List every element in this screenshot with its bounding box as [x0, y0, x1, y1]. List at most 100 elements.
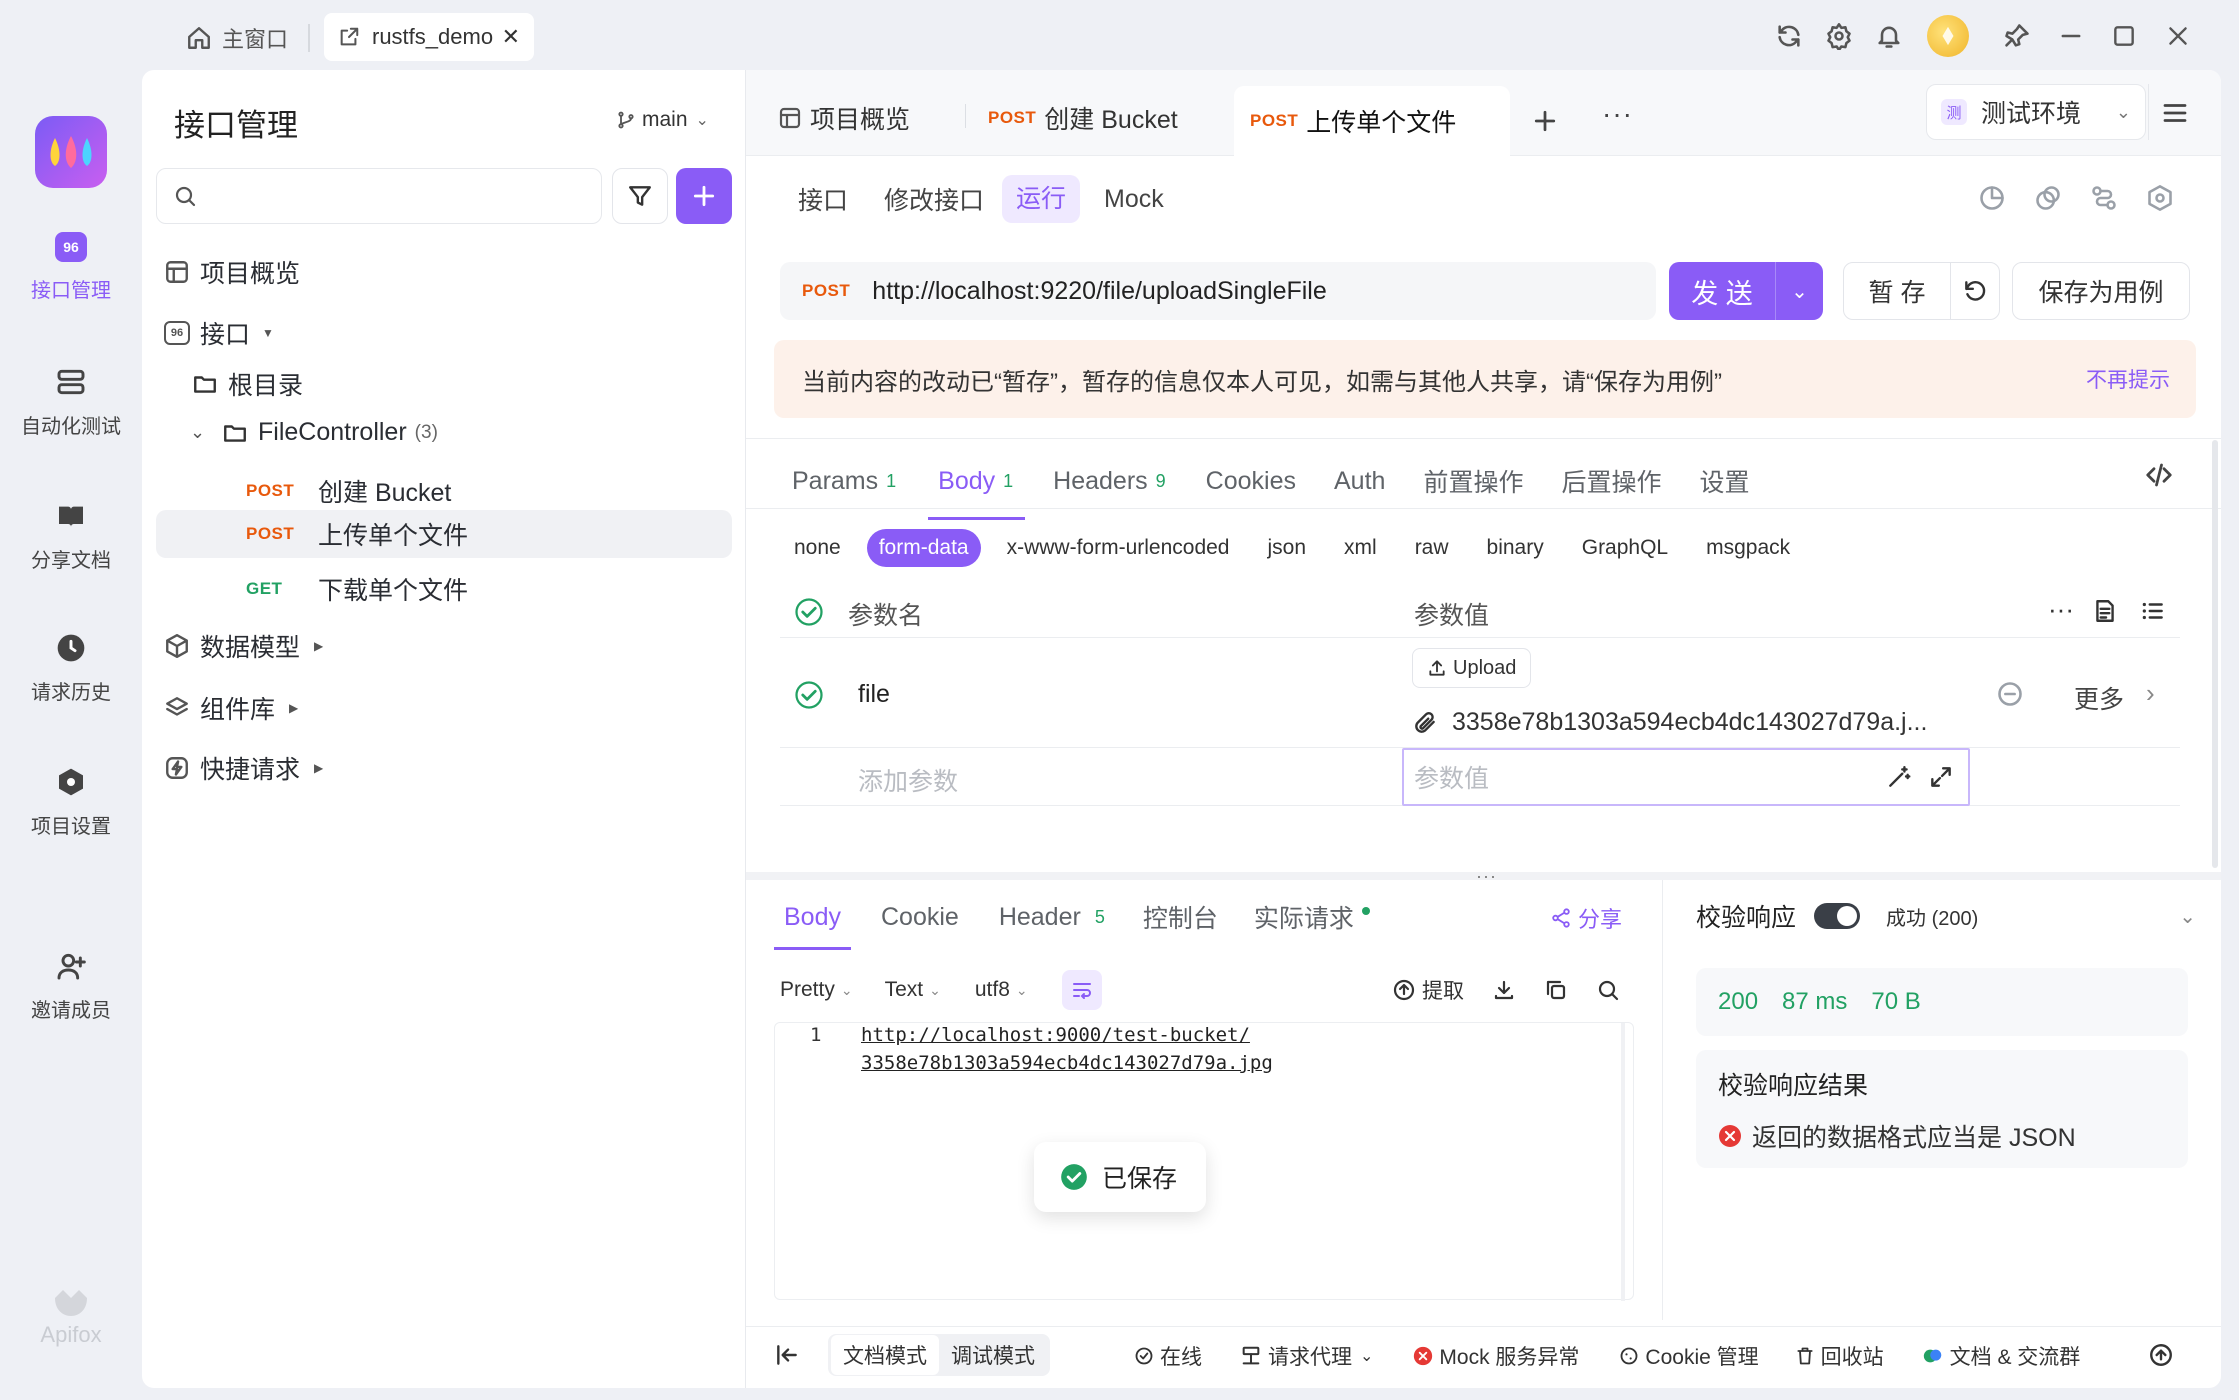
extract-button[interactable]: 提取	[1392, 975, 1464, 1005]
menu-icon[interactable]	[2160, 98, 2190, 128]
chevron-down-icon[interactable]: ⌄	[2179, 904, 2196, 929]
encoding-select[interactable]: utf8 ⌄	[975, 978, 1028, 1002]
response-url-line2[interactable]: 3358e78b1303a594ecb4dc143027d79a.jpg	[861, 1052, 1273, 1074]
sidebar-item-autotest[interactable]: 自动化测试	[0, 366, 142, 439]
magic-wand-icon[interactable]	[1886, 764, 1912, 790]
scrollbar[interactable]	[2212, 440, 2218, 868]
resp-tab-body[interactable]: Body	[774, 892, 851, 950]
req-tab-params[interactable]: Params 1	[792, 467, 896, 496]
add-param-input[interactable]: 添加参数	[858, 762, 958, 798]
req-tab-settings[interactable]: 设置	[1699, 463, 1749, 499]
gear-outline-icon[interactable]	[2146, 184, 2174, 212]
copy-bubble-icon[interactable]	[2034, 184, 2062, 212]
chevron-down-icon[interactable]: ⌄	[190, 422, 210, 443]
home-tab[interactable]: 主窗口	[186, 18, 288, 58]
refresh-icon[interactable]	[1775, 22, 1803, 50]
more-options-icon[interactable]: ···	[2048, 594, 2074, 625]
more-tabs-icon[interactable]: ···	[1602, 98, 1633, 130]
bulk-edit-icon[interactable]	[2092, 598, 2118, 624]
req-tab-post[interactable]: 后置操作	[1561, 463, 1661, 499]
expand-icon[interactable]	[1928, 764, 1954, 790]
subtab-mock[interactable]: Mock	[1080, 185, 1188, 214]
resp-tab-console[interactable]: 控制台	[1143, 899, 1218, 935]
format-select[interactable]: Pretty ⌄	[780, 978, 853, 1002]
resp-tab-cookie[interactable]: Cookie	[881, 903, 959, 932]
tree-item-quick[interactable]: 快捷请求 ▶	[164, 750, 323, 786]
resp-tab-header[interactable]: Header 5	[999, 903, 1105, 932]
add-button[interactable]	[676, 168, 732, 224]
tree-item-components[interactable]: 组件库 ▶	[164, 690, 298, 726]
validate-toggle[interactable]	[1814, 903, 1861, 929]
body-type-json[interactable]: json	[1267, 536, 1306, 560]
subtab-run[interactable]: 运行	[1002, 175, 1081, 223]
doc-tab-upload[interactable]: POST 上传单个文件	[1234, 86, 1510, 156]
copy-icon[interactable]	[1544, 978, 1568, 1002]
body-type-form-data[interactable]: form-data	[866, 529, 981, 567]
body-type-urlencoded[interactable]: x-www-form-urlencoded	[1007, 536, 1230, 560]
bell-icon[interactable]	[1875, 22, 1903, 50]
url-bar[interactable]: POST http://localhost:9220/file/uploadSi…	[780, 262, 1656, 320]
flow-icon[interactable]	[2090, 184, 2118, 212]
trash-button[interactable]: 回收站	[1795, 1341, 1884, 1371]
row-check-icon[interactable]	[794, 680, 824, 710]
doc-tab-bucket[interactable]: POST 创建 Bucket	[988, 100, 1178, 136]
new-tab-icon[interactable]	[1530, 106, 1560, 136]
wrap-toggle[interactable]	[1061, 970, 1102, 1010]
code-icon[interactable]	[2144, 460, 2174, 490]
drag-handle-icon[interactable]: ···	[1476, 866, 1497, 887]
search-box[interactable]	[156, 168, 602, 224]
close-tab-icon[interactable]: ✕	[502, 24, 520, 50]
req-tab-cookies[interactable]: Cookies	[1206, 467, 1296, 496]
filter-button[interactable]	[612, 168, 668, 224]
type-select[interactable]: Text ⌄	[885, 978, 941, 1002]
stash-button[interactable]: 暂 存	[1843, 262, 1951, 320]
pin-icon[interactable]	[2003, 22, 2031, 50]
save-case-button[interactable]: 保存为用例	[2012, 262, 2190, 320]
debug-mode-button[interactable]: 调试模式	[939, 1335, 1047, 1375]
maximize-icon[interactable]	[2111, 23, 2137, 49]
upload-button[interactable]: Upload	[1412, 648, 1532, 688]
pie-chart-icon[interactable]	[1978, 184, 2006, 212]
body-type-binary[interactable]: binary	[1487, 536, 1544, 560]
search-input[interactable]	[207, 183, 587, 209]
online-status[interactable]: 在线	[1134, 1341, 1202, 1371]
list-icon[interactable]	[2140, 598, 2166, 624]
branch-selector[interactable]: main ⌄	[616, 108, 709, 132]
dismiss-link[interactable]: 不再提示	[2086, 364, 2170, 394]
file-value[interactable]: 3358e78b1303a594ecb4dc143027d79a.j...	[1452, 708, 1927, 737]
tree-item-endpoint[interactable]: POST 创建 Bucket	[246, 468, 726, 514]
resp-tab-actual[interactable]: 实际请求	[1254, 899, 1370, 935]
tree-item-endpoint-selected[interactable]: POST 上传单个文件	[156, 510, 732, 558]
download-icon[interactable]	[1492, 978, 1516, 1002]
mock-status[interactable]: Mock 服务异常	[1413, 1341, 1579, 1371]
tree-item-overview[interactable]: 项目概览	[164, 254, 300, 290]
proxy-selector[interactable]: 请求代理 ⌄	[1240, 1341, 1373, 1371]
send-button[interactable]: 发 送	[1669, 262, 1775, 320]
sidebar-item-invite[interactable]: 邀请成员	[0, 950, 142, 1023]
reset-button[interactable]	[1950, 262, 2000, 320]
sidebar-item-settings[interactable]: 项目设置	[0, 766, 142, 839]
doc-mode-button[interactable]: 文档模式	[831, 1335, 939, 1375]
sidebar-item-api[interactable]: 96 接口管理	[0, 232, 142, 303]
remove-row-icon[interactable]	[1996, 680, 2024, 708]
env-selector[interactable]: 测 测试环境 ⌄	[1926, 84, 2146, 140]
req-tab-body[interactable]: Body 1	[928, 456, 1026, 520]
tree-item-endpoint[interactable]: GET 下载单个文件	[246, 566, 468, 612]
chevron-right-icon[interactable]: ›	[2146, 678, 2155, 709]
sidebar-item-history[interactable]: 请求历史	[0, 632, 142, 705]
tree-item-folder[interactable]: ⌄ FileController (3)	[190, 418, 438, 447]
subtab-api[interactable]: 接口	[780, 181, 866, 217]
sidebar-item-docs[interactable]: 分享文档	[0, 500, 142, 573]
editor-scrollbar[interactable]	[1621, 1023, 1625, 1301]
param-value-input[interactable]: 参数值	[1402, 748, 1970, 806]
body-type-raw[interactable]: raw	[1415, 536, 1449, 560]
more-link[interactable]: 更多	[2074, 680, 2124, 716]
body-type-graphql[interactable]: GraphQL	[1582, 536, 1668, 560]
send-dropdown-button[interactable]: ⌄	[1775, 262, 1823, 320]
method-select[interactable]: POST	[802, 281, 850, 301]
settings-icon[interactable]	[1825, 22, 1853, 50]
req-tab-auth[interactable]: Auth	[1334, 467, 1385, 496]
response-url-line1[interactable]: http://localhost:9000/test-bucket/	[861, 1024, 1250, 1046]
avatar[interactable]	[1927, 15, 1969, 57]
url-input[interactable]: http://localhost:9220/file/uploadSingleF…	[872, 277, 1326, 306]
